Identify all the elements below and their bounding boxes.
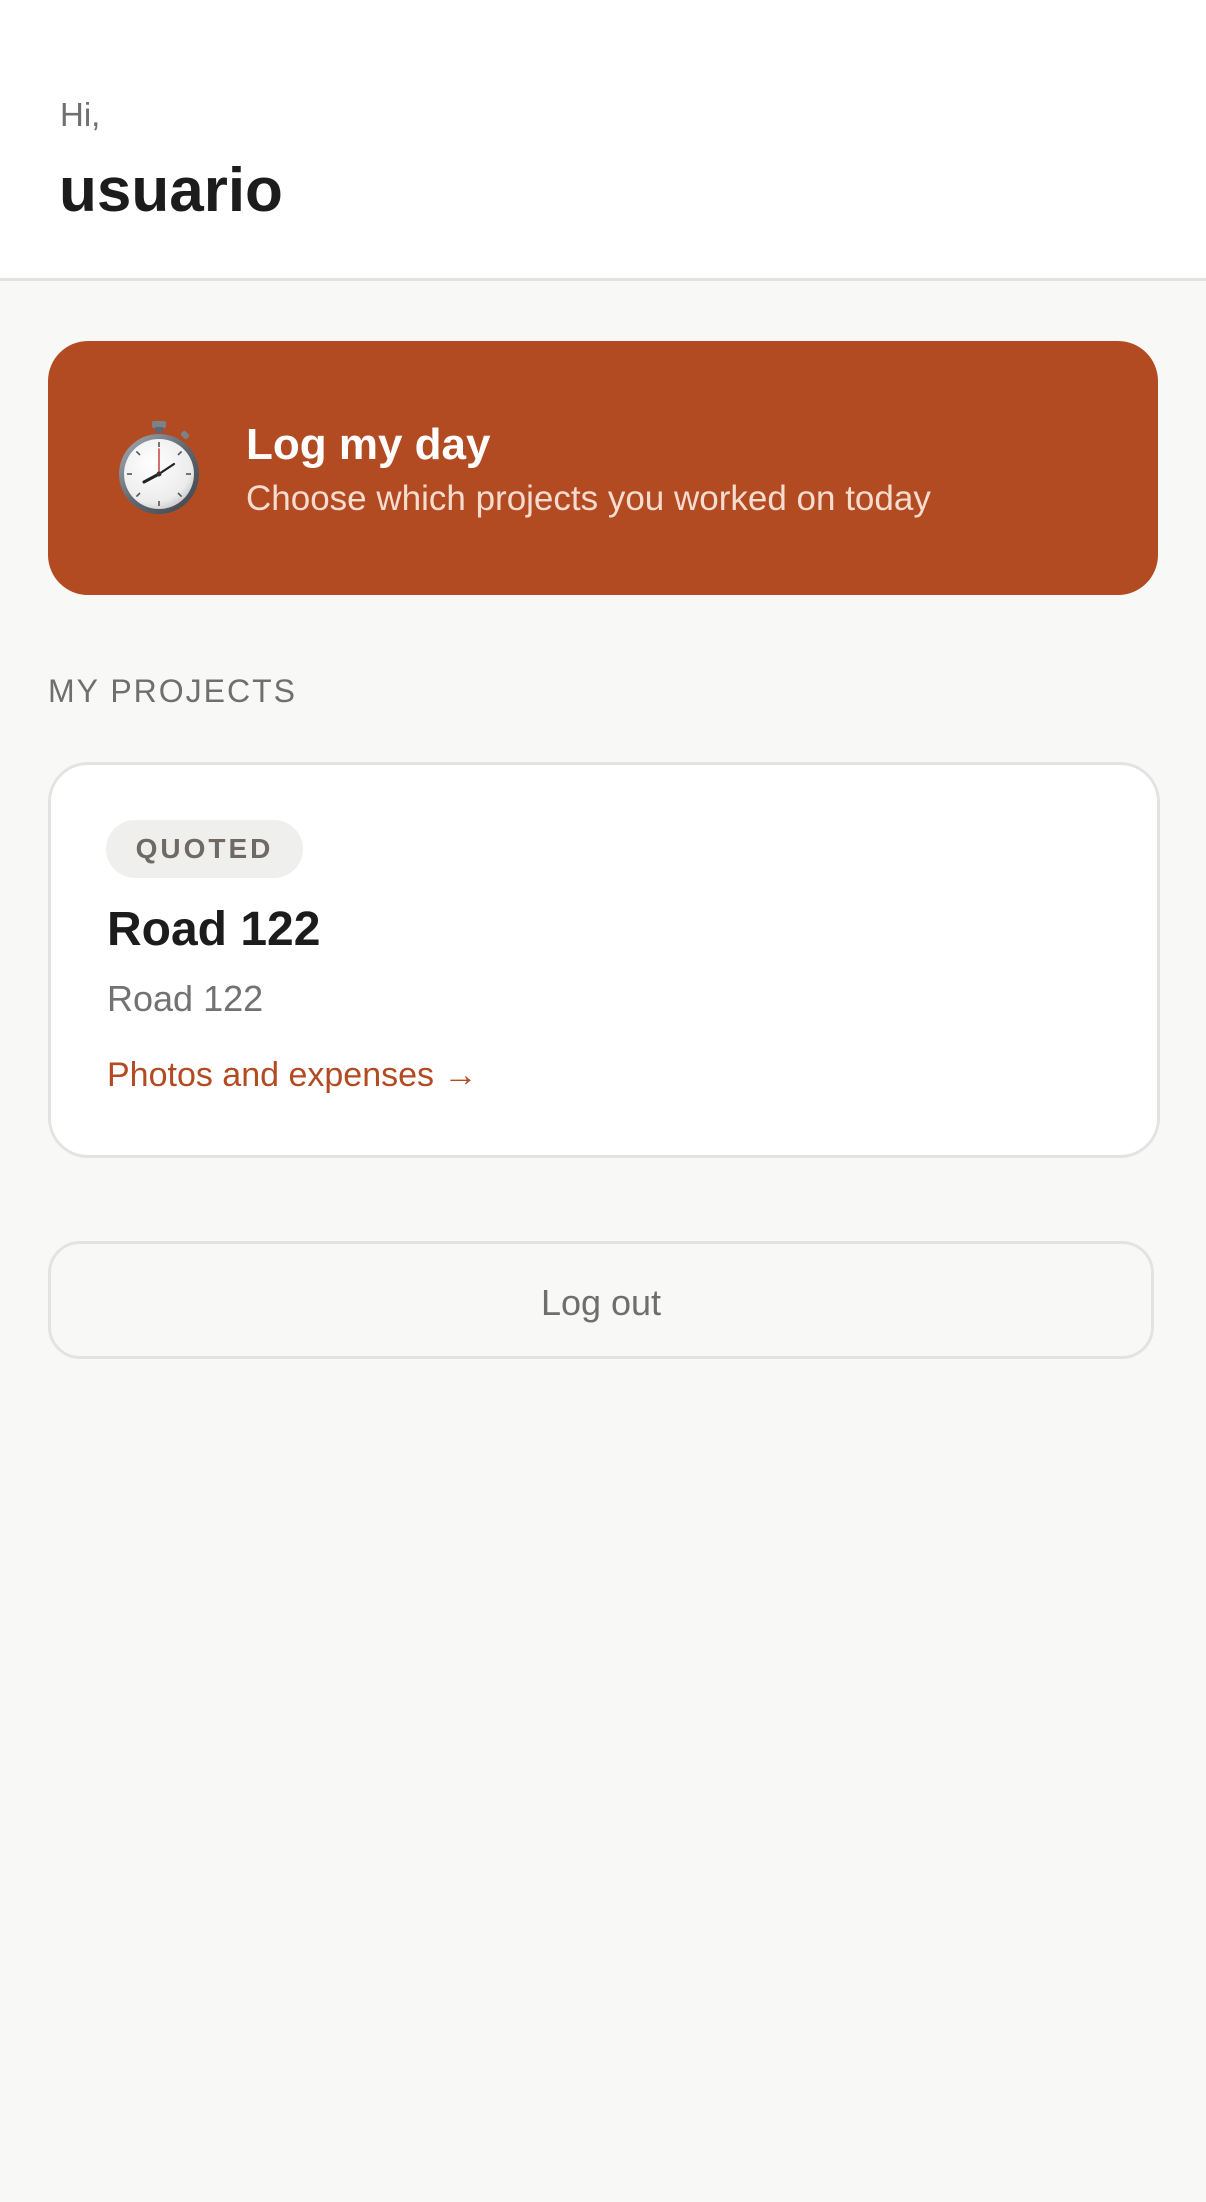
- project-address: Road 122: [107, 978, 264, 1019]
- photos-and-expenses-link[interactable]: Photos and expenses →: [107, 1058, 477, 1092]
- stopwatch-icon: [119, 421, 199, 514]
- header: Hi, usuario: [0, 0, 1206, 281]
- status-badge: QUOTED: [106, 820, 303, 878]
- project-card[interactable]: QUOTED Road 122 Road 122 Photos and expe…: [48, 762, 1160, 1158]
- log-out-button[interactable]: Log out: [48, 1241, 1154, 1359]
- project-name: Road 122: [107, 903, 321, 956]
- username-heading: usuario: [59, 156, 283, 225]
- log-my-day-button[interactable]: Log my day Choose which projects you wor…: [48, 341, 1158, 595]
- greeting-text: Hi,: [60, 96, 101, 133]
- my-projects-heading: MY PROJECTS: [48, 673, 297, 709]
- log-my-day-title: Log my day: [246, 420, 491, 469]
- log-my-day-subtitle: Choose which projects you worked on toda…: [246, 479, 931, 518]
